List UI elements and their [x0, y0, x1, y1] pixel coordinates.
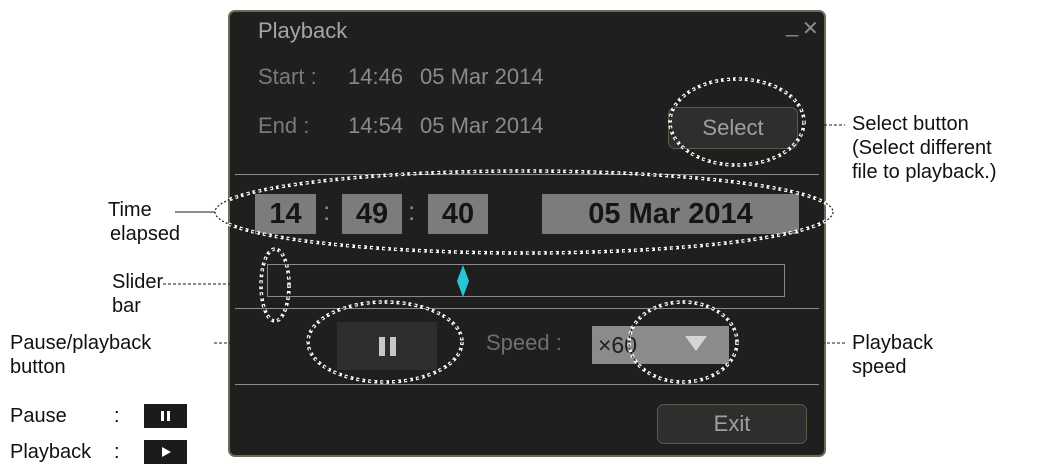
annotation-select-button: Select button (Select different file to … [852, 113, 997, 183]
annotation-pause-playback: Pause/playback button [10, 332, 152, 378]
legend-pause-label: Pause [10, 405, 67, 427]
legend-separator: : [114, 441, 120, 463]
highlight-ellipses [213, 77, 835, 384]
play-icon [144, 440, 187, 464]
pause-icon [144, 404, 187, 428]
annotation-slider-bar: Slider bar [112, 271, 164, 317]
legend-playback-label: Playback [10, 441, 92, 463]
annotation-time-elapsed: Time elapsed [108, 199, 181, 245]
legend-separator: : [114, 405, 120, 427]
annotation-playback-speed: Playback speed [852, 332, 934, 378]
